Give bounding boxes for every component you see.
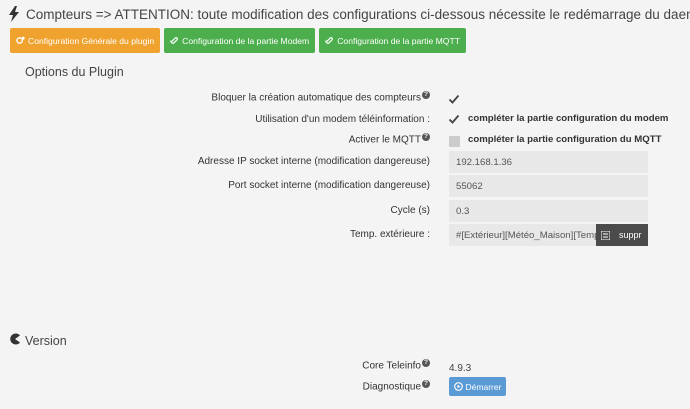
cycle-label: Cycle (s) [390, 205, 430, 216]
start-diagnostic-button[interactable]: Démarrer [449, 377, 506, 396]
help-icon[interactable]: ? [422, 91, 430, 99]
tab-mqtt-label: Configuration de la partie MQTT [337, 35, 460, 46]
paperclip-icon [325, 37, 334, 44]
temp-input[interactable]: #[Extérieur][Météo_Maison][Température]# [449, 224, 596, 246]
tab-general-label: Configuration Générale du plugin [28, 35, 155, 46]
help-icon[interactable]: ? [422, 359, 430, 367]
mqtt-label: Activer le MQTT? [349, 133, 430, 145]
ip-input[interactable]: 192.168.1.36 [449, 151, 648, 173]
list-icon [601, 230, 610, 240]
header-title: Compteurs => ATTENTION: toute modificati… [26, 6, 690, 22]
modem-hint: compléter la partie configuration du mod… [468, 113, 669, 124]
bolt-icon [9, 6, 19, 22]
ip-label: Adresse IP socket interne (modification … [197, 156, 430, 167]
modem-label: Utilisation d'un modem téléinformation : [255, 114, 430, 125]
cycle-input[interactable]: 0.3 [449, 200, 648, 222]
block-creation-label: Bloquer la création automatique des comp… [211, 91, 430, 103]
paperclip-icon [170, 37, 179, 44]
tab-mqtt-config[interactable]: Configuration de la partie MQTT [319, 28, 466, 53]
port-input[interactable]: 55062 [449, 175, 648, 197]
core-label: Core Teleinfo? [362, 359, 430, 371]
delete-button[interactable]: suppr [596, 224, 648, 246]
diag-label: Diagnostique? [363, 380, 430, 392]
page-header: Compteurs => ATTENTION: toute modificati… [8, 5, 690, 23]
play-circle-icon [453, 382, 463, 391]
modem-checkbox[interactable] [448, 113, 460, 125]
temp-label: Temp. extérieure : [349, 229, 430, 240]
version-section-title: Version [25, 334, 67, 348]
config-tabs: Configuration Générale du plugin Configu… [10, 28, 466, 53]
port-label: Port socket interne (modification danger… [228, 180, 430, 191]
pacman-icon [10, 333, 20, 345]
block-creation-checkbox[interactable] [448, 93, 460, 105]
cogs-icon [16, 36, 25, 44]
tab-modem-config[interactable]: Configuration de la partie Modem [164, 28, 316, 53]
help-icon[interactable]: ? [422, 133, 430, 141]
mqtt-hint: compléter la partie configuration du MQT… [468, 134, 662, 145]
options-section-title: Options du Plugin [25, 65, 124, 79]
mqtt-checkbox[interactable] [449, 136, 460, 147]
tab-general-config[interactable]: Configuration Générale du plugin [10, 28, 161, 53]
help-icon[interactable]: ? [422, 380, 430, 388]
tab-modem-label: Configuration de la partie Modem [182, 35, 310, 46]
core-version-value: 4.9.3 [449, 363, 472, 374]
start-label: Démarrer [465, 381, 502, 392]
delete-label: suppr [619, 230, 642, 240]
